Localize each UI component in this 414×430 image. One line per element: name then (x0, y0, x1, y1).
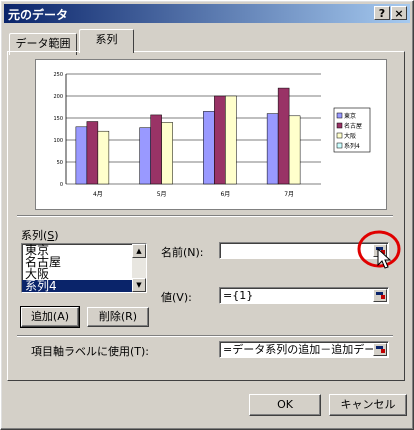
tab-series[interactable]: 系列 (79, 29, 134, 53)
chart-bar (277, 87, 290, 185)
y-tick-label: 200 (53, 94, 63, 100)
help-button[interactable]: ? (374, 6, 390, 20)
cancel-button[interactable]: キャンセル (329, 394, 407, 416)
scroll-down-icon[interactable]: ▼ (132, 278, 146, 292)
series-section-label: 系列(S) (21, 229, 59, 242)
value-field-label: 値(V): (161, 291, 192, 304)
y-tick-label: 150 (53, 116, 63, 122)
remove-button[interactable]: 削除(R) (87, 307, 149, 327)
x-tick-label: 4月 (93, 191, 103, 198)
legend-swatch (336, 122, 343, 129)
chart-bar (266, 113, 279, 185)
y-tick-label: 50 (57, 160, 63, 166)
y-tick-label: 100 (53, 138, 63, 144)
mouse-cursor-icon (377, 248, 392, 269)
chart-svg: 0 50 100 150 200 250 4月 5月 6月 7月 東京名古屋大阪系列4 (53, 72, 371, 198)
legend-entry: 大阪 (344, 132, 356, 140)
x-tick-label: 5月 (157, 191, 167, 198)
chart-bar (86, 121, 99, 185)
x-tick-label: 6月 (220, 191, 230, 198)
separator (17, 215, 393, 217)
series-list-item-selected[interactable]: 系列4 (22, 280, 132, 292)
legend-entry: 名古屋 (344, 122, 362, 130)
series-listbox[interactable]: 東京 名古屋 大阪 系列4 ▲ ▼ (21, 243, 147, 293)
chart-bar (225, 95, 237, 185)
add-button[interactable]: 追加(A) (20, 306, 80, 328)
legend-swatch (336, 112, 343, 119)
range-select-icon[interactable] (373, 289, 387, 302)
x-tick-label: 7月 (284, 191, 294, 198)
chart-bar (161, 122, 173, 185)
scroll-up-icon[interactable]: ▲ (132, 244, 146, 258)
chart-bar (75, 126, 88, 185)
chart-bar (214, 95, 226, 185)
y-tick-label: 250 (53, 72, 63, 78)
name-field-label: 名前(N): (161, 246, 204, 259)
series-list-scrollbar[interactable]: ▲ ▼ (132, 244, 146, 292)
category-input-value: =データ系列の追加－追加デー (223, 343, 376, 356)
chart-bar (139, 127, 151, 185)
category-input[interactable]: =データ系列の追加－追加デー (219, 341, 389, 358)
legend-swatch (336, 142, 343, 149)
legend-swatch (336, 132, 343, 139)
range-select-icon[interactable] (373, 343, 387, 356)
value-input-value: ={1} (223, 289, 254, 302)
window-title: 元のデータ (8, 8, 69, 22)
chart-bar (97, 130, 110, 185)
y-tick-label: 0 (60, 182, 63, 188)
separator (17, 335, 393, 337)
ok-button[interactable]: OK (249, 394, 321, 416)
value-input[interactable]: ={1} (219, 287, 389, 304)
legend-entry: 系列4 (344, 142, 360, 150)
title-bar: 元のデータ ? × (4, 4, 410, 23)
chart-bar (203, 111, 215, 185)
close-button[interactable]: × (391, 6, 407, 20)
chart-bar (150, 114, 162, 185)
legend-entry: 東京 (344, 112, 356, 120)
category-label: 項目軸ラベルに使用(T): (31, 345, 150, 358)
chart-preview: 0 50 100 150 200 250 4月 5月 6月 7月 東京名古屋大阪系列4 (35, 59, 387, 210)
chart-bar (288, 115, 301, 185)
source-data-dialog: 元のデータ ? × データ範囲 系列 0 50 100 150 200 250 4月 5月 6月… (0, 0, 414, 430)
